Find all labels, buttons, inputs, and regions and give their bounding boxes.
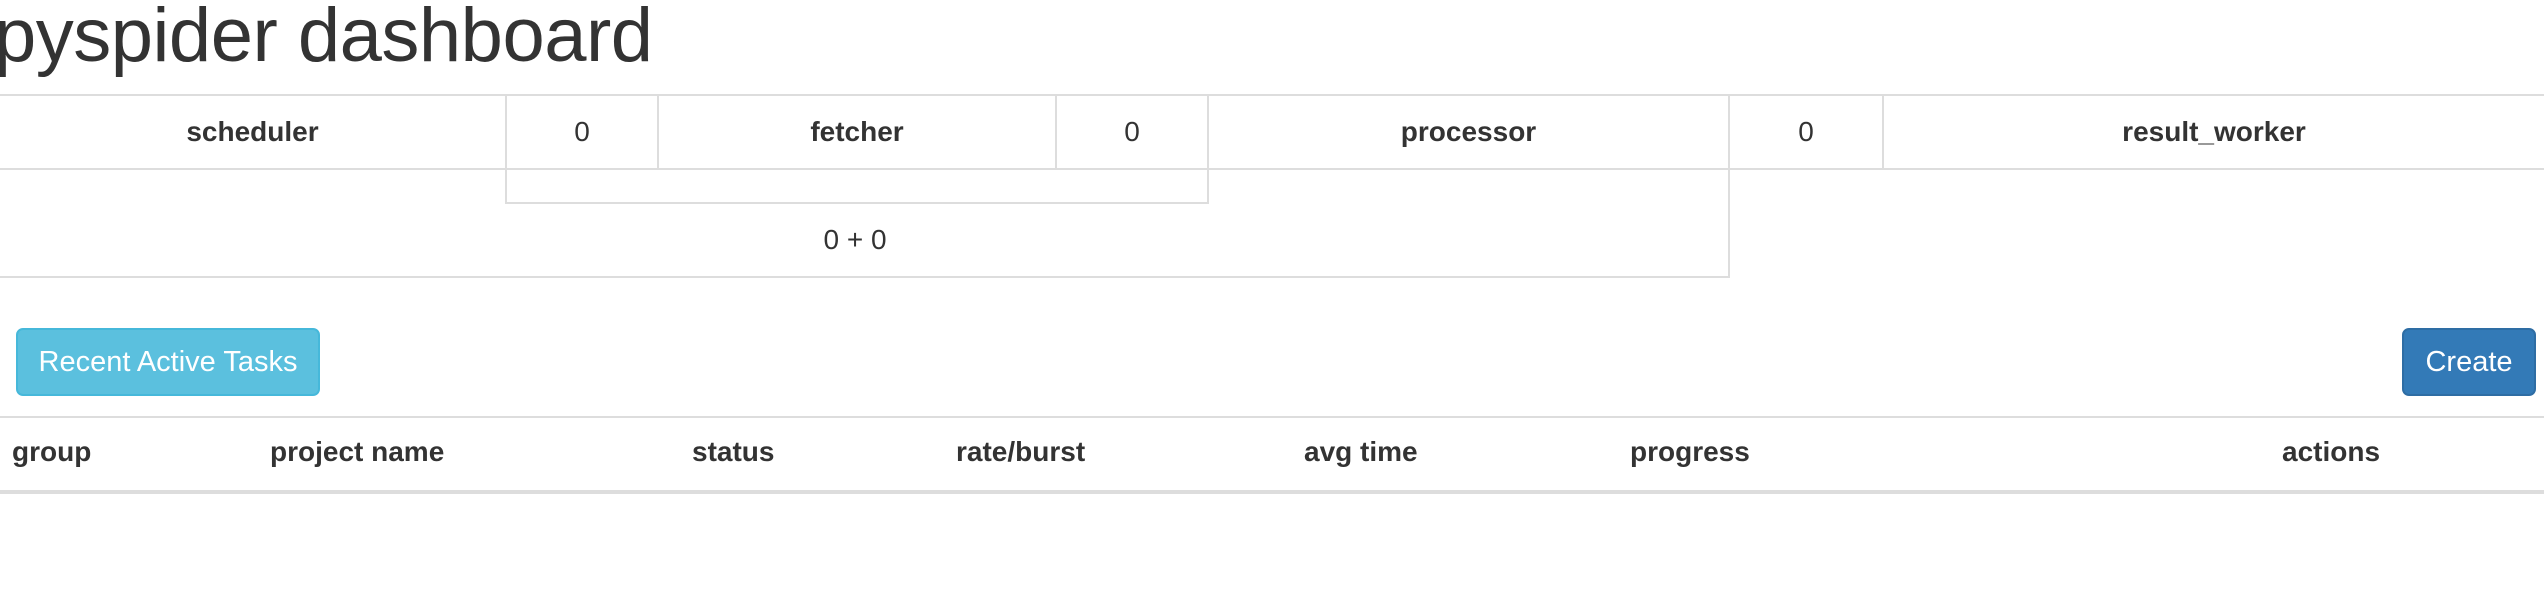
- column-header-status: status: [692, 436, 775, 467]
- fetcher-to-processor-count: 0: [1124, 116, 1140, 147]
- create-project-button[interactable]: Create: [2402, 328, 2536, 396]
- column-header-avg-time: avg time: [1304, 436, 1418, 467]
- new-task-summary: 0 + 0: [823, 224, 887, 255]
- scheduler-to-fetcher-count: 0: [574, 116, 590, 147]
- table-top-border: [0, 416, 2544, 418]
- column-header-actions: actions: [2282, 436, 2381, 467]
- status-bottom-border: [0, 276, 1730, 278]
- queue-status-table: scheduler 0 fetcher 0 processor 0 result…: [0, 94, 2544, 278]
- page-title: pyspider dashboard: [0, 0, 653, 78]
- column-header-group: group: [12, 436, 92, 467]
- table-header-border: [0, 490, 2544, 494]
- result-worker-label: result_worker: [2122, 116, 2306, 147]
- scheduler-label: scheduler: [186, 116, 319, 147]
- processor-to-result-count: 0: [1798, 116, 1814, 147]
- processor-label: processor: [1400, 116, 1537, 147]
- status-row-border: [0, 168, 2544, 170]
- fetcher-label: fetcher: [810, 116, 904, 147]
- projects-table-header: group project name status rate/burst avg…: [0, 416, 2544, 494]
- recent-active-tasks-button[interactable]: Recent Active Tasks: [16, 328, 320, 396]
- dashboard-page: pyspider dashboard scheduler 0 fetcher 0…: [0, 0, 2544, 602]
- column-header-project-name: project name: [270, 436, 445, 467]
- column-header-rate-burst: rate/burst: [956, 436, 1086, 467]
- column-header-progress: progress: [1630, 436, 1750, 467]
